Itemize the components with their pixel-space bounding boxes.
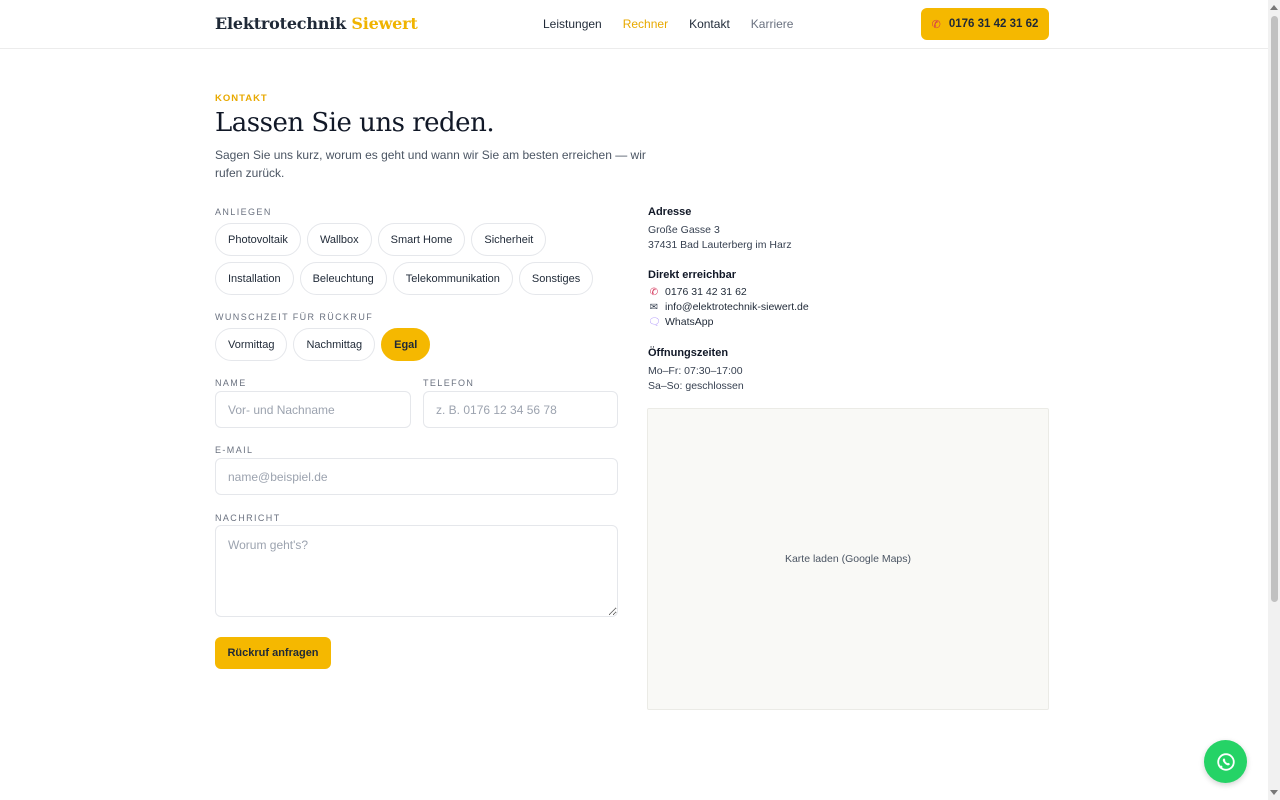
main-nav: Leistungen Rechner Kontakt Karriere bbox=[543, 17, 814, 31]
chip-telekommunikation[interactable]: Telekommunikation bbox=[392, 262, 513, 295]
chip-beleuchtung[interactable]: Beleuchtung bbox=[299, 262, 387, 295]
section-eyebrow: KONTAKT bbox=[215, 93, 268, 104]
request-callback-button[interactable]: Rückruf anfragen bbox=[215, 637, 331, 669]
hours-heading: Öffnungszeiten bbox=[648, 347, 729, 359]
chip-photovoltaik[interactable]: Photovoltaik bbox=[215, 223, 301, 256]
brand-name-accent: Siewert bbox=[351, 14, 418, 33]
scroll-up-icon[interactable] bbox=[1270, 5, 1278, 10]
chip-sonstiges[interactable]: Sonstiges bbox=[518, 262, 594, 295]
brand-logo[interactable]: Elektrotechnik Siewert bbox=[215, 14, 418, 33]
chip-installation[interactable]: Installation bbox=[215, 262, 294, 295]
phone-label: TELEFON bbox=[423, 378, 475, 388]
phone-icon: ✆ bbox=[931, 18, 941, 31]
nav-item-kontakt[interactable]: Kontakt bbox=[689, 17, 730, 31]
hours-weekend: Sa–So: geschlossen bbox=[648, 380, 744, 392]
page-lead: Sagen Sie uns kurz, worum es geht und wa… bbox=[215, 148, 646, 180]
contact-email-link[interactable]: ✉ info@elektrotechnik-siewert.de bbox=[648, 301, 809, 313]
address-heading: Adresse bbox=[648, 206, 692, 218]
page-scrollbar[interactable] bbox=[1268, 0, 1280, 800]
brand-name: Elektrotechnik bbox=[215, 14, 346, 33]
hours-weekdays: Mo–Fr: 07:30–17:00 bbox=[648, 365, 743, 377]
call-button[interactable]: ✆ 0176 31 42 31 62 bbox=[921, 8, 1049, 40]
address-line-1: Große Gasse 3 bbox=[648, 224, 720, 236]
concern-chip-group: Photovoltaik Wallbox Smart Home Sicherhe… bbox=[215, 223, 635, 301]
nav-item-leistungen[interactable]: Leistungen bbox=[543, 17, 602, 31]
contact-phone-text: 0176 31 42 31 62 bbox=[665, 286, 747, 298]
call-button-label: 0176 31 42 31 62 bbox=[948, 18, 1039, 30]
chip-nachmittag[interactable]: Nachmittag bbox=[293, 328, 376, 361]
email-label: E-MAIL bbox=[215, 445, 254, 455]
email-input[interactable] bbox=[215, 458, 618, 495]
mail-icon: ✉ bbox=[649, 301, 659, 313]
address-line-2: 37431 Bad Lauterberg im Harz bbox=[648, 239, 792, 251]
map-placeholder[interactable]: Karte laden (Google Maps) bbox=[647, 408, 1049, 710]
phone-icon: ✆ bbox=[649, 286, 659, 298]
callback-time-label: WUNSCHZEIT FÜR RÜCKRUF bbox=[215, 312, 374, 322]
nav-item-rechner[interactable]: Rechner bbox=[623, 17, 668, 31]
message-label: NACHRICHT bbox=[215, 513, 281, 523]
site-header: Elektrotechnik Siewert Leistungen Rechne… bbox=[0, 0, 1268, 49]
chat-bubble-icon: 🗨 bbox=[648, 316, 661, 328]
nav-item-karriere[interactable]: Karriere bbox=[751, 17, 794, 31]
chip-egal[interactable]: Egal bbox=[381, 328, 431, 361]
scroll-down-icon[interactable] bbox=[1270, 790, 1278, 795]
chip-sicherheit[interactable]: Sicherheit bbox=[471, 223, 547, 256]
contact-email-text: info@elektrotechnik-siewert.de bbox=[665, 301, 809, 313]
name-label: NAME bbox=[215, 378, 247, 388]
concern-label: ANLIEGEN bbox=[215, 207, 272, 217]
contact-whatsapp-text: WhatsApp bbox=[665, 316, 714, 328]
whatsapp-icon bbox=[1216, 752, 1235, 771]
phone-input[interactable] bbox=[423, 391, 618, 428]
message-textarea[interactable] bbox=[215, 525, 618, 617]
chip-wallbox[interactable]: Wallbox bbox=[306, 223, 372, 256]
chip-smart-home[interactable]: Smart Home bbox=[377, 223, 466, 256]
contact-phone-link[interactable]: ✆ 0176 31 42 31 62 bbox=[648, 286, 747, 298]
scrollbar-thumb[interactable] bbox=[1271, 16, 1278, 602]
load-map-label: Karte laden (Google Maps) bbox=[784, 553, 912, 565]
name-input[interactable] bbox=[215, 391, 411, 428]
whatsapp-fab-button[interactable] bbox=[1204, 740, 1247, 783]
contact-whatsapp-link[interactable]: 🗨 WhatsApp bbox=[648, 316, 713, 328]
callback-time-chip-group: Vormittag Nachmittag Egal bbox=[215, 328, 635, 367]
page-title: Lassen Sie uns reden. bbox=[215, 108, 495, 138]
direct-contact-heading: Direkt erreichbar bbox=[648, 269, 737, 281]
chip-vormittag[interactable]: Vormittag bbox=[215, 328, 288, 361]
